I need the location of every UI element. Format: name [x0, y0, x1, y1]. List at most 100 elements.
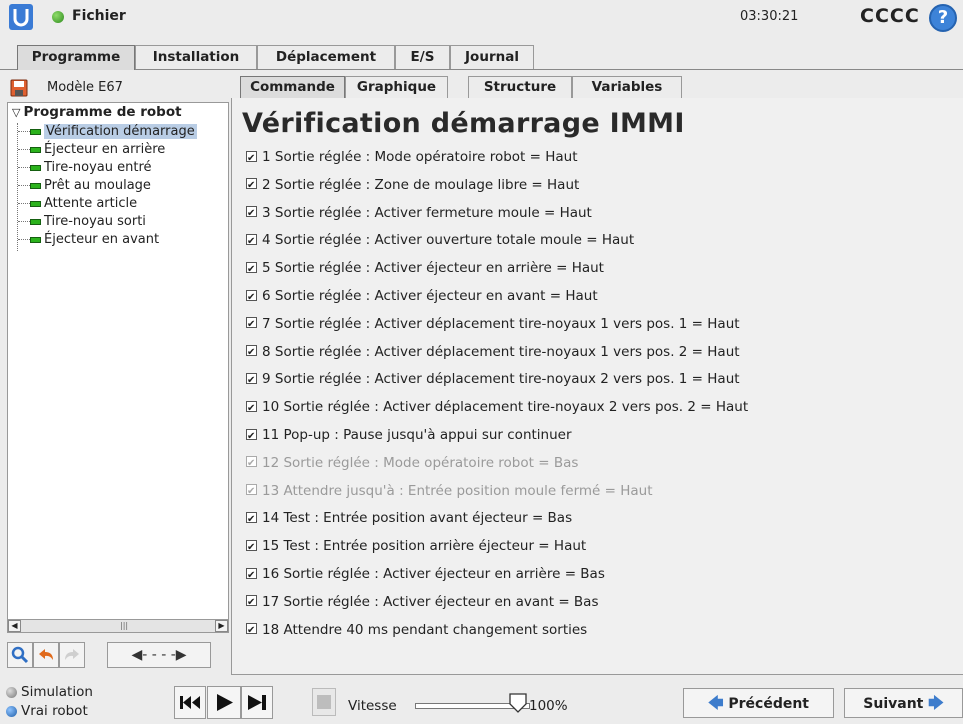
tree-item-verification-demarrage[interactable]: Vérification démarrage [18, 123, 197, 142]
command-row[interactable]: 6 Sortie réglée : Activer éjecteur en av… [246, 285, 598, 309]
skip-back-icon [180, 696, 200, 709]
checkbox-icon[interactable] [246, 175, 257, 197]
model-bar: Modèle E67 [7, 76, 229, 100]
command-text: 11 Pop-up : Pause jusqu'à appui sur cont… [262, 427, 572, 443]
checkbox-icon[interactable] [246, 537, 257, 559]
step-forward-button[interactable] [241, 686, 273, 719]
help-icon[interactable]: ? [929, 4, 957, 32]
sub-tabs: Commande Graphique Structure Variables [231, 76, 963, 99]
arrow-left-icon: 🡄 [707, 694, 724, 712]
skip-back-button[interactable] [174, 686, 206, 719]
checkbox-icon[interactable] [246, 203, 257, 225]
command-text: 10 Sortie réglée : Activer déplacement t… [262, 399, 749, 416]
speed-slider-knob[interactable] [508, 692, 528, 714]
checkbox-icon[interactable] [246, 453, 257, 475]
checkbox-icon[interactable] [246, 509, 257, 531]
tree-item-tire-noyau-sorti[interactable]: Tire-noyau sorti [18, 213, 146, 232]
play-icon [217, 694, 233, 711]
tab-programme[interactable]: Programme [17, 45, 135, 70]
tab-installation[interactable]: Installation [135, 45, 257, 69]
command-row[interactable]: 3 Sortie réglée : Activer fermeture moul… [246, 202, 592, 225]
stop-button[interactable] [312, 688, 336, 716]
command-text: 8 Sortie réglée : Activer déplacement ti… [262, 343, 740, 360]
command-row[interactable]: 14 Test : Entrée position avant éjecteur… [246, 507, 572, 531]
tab-graphique[interactable]: Graphique [345, 76, 448, 98]
ur-logo-icon [9, 4, 33, 30]
tab-variables[interactable]: Variables [572, 76, 682, 98]
command-row[interactable]: 13 Attendre jusqu'à : Entrée position mo… [246, 480, 653, 503]
scroll-right-icon[interactable]: ▶ [215, 620, 228, 632]
checkbox-icon[interactable] [246, 231, 257, 253]
simulation-option[interactable]: Simulation [6, 684, 93, 704]
command-row[interactable]: 12 Sortie réglée : Mode opératoire robot… [246, 452, 578, 475]
checkbox-icon[interactable] [246, 565, 257, 587]
move-arrows-icon[interactable]: ◀- - - -▶ [107, 642, 211, 668]
checkbox-icon[interactable] [246, 592, 257, 614]
command-row[interactable]: 1 Sortie réglée : Mode opératoire robot … [246, 146, 578, 170]
expand-triangle-icon[interactable]: ▽ [12, 106, 20, 119]
tree-horizontal-scrollbar[interactable]: ◀ ||| ▶ [7, 619, 229, 633]
command-text: 18 Attendre 40 ms pendant changement sor… [262, 621, 588, 638]
checkbox-icon[interactable] [246, 370, 257, 392]
command-row[interactable]: 7 Sortie réglée : Activer déplacement ti… [246, 313, 740, 336]
command-text: 13 Attendre jusqu'à : Entrée position mo… [262, 482, 653, 499]
real-robot-option[interactable]: Vrai robot [6, 703, 88, 723]
command-row[interactable]: 9 Sortie réglée : Activer déplacement ti… [246, 368, 740, 392]
status-dot-icon [52, 11, 64, 23]
undo-icon[interactable] [33, 642, 59, 668]
checkbox-icon[interactable] [246, 314, 257, 336]
command-row[interactable]: 4 Sortie réglée : Activer ouverture tota… [246, 229, 635, 253]
tree-toolbar: ◀- - - -▶ [7, 640, 229, 670]
tab-commande[interactable]: Commande [240, 76, 345, 99]
command-row[interactable]: 15 Test : Entrée position arrière éjecte… [246, 535, 586, 559]
node-icon [30, 218, 41, 225]
checkbox-icon[interactable] [246, 481, 257, 503]
command-row[interactable]: 18 Attendre 40 ms pendant changement sor… [246, 619, 588, 642]
checkbox-icon[interactable] [246, 287, 257, 309]
checkbox-icon[interactable] [246, 620, 257, 642]
command-row[interactable]: 5 Sortie réglée : Activer éjecteur en ar… [246, 257, 604, 281]
tree-item-ejecteur-avant[interactable]: Éjecteur en avant [18, 231, 159, 250]
tree-item-pret-moulage[interactable]: Prêt au moulage [18, 177, 151, 196]
tab-es[interactable]: E/S [395, 45, 450, 69]
command-text: 4 Sortie réglée : Activer ouverture tota… [262, 232, 635, 249]
tab-deplacement[interactable]: Déplacement [257, 45, 395, 69]
robot-name: CCCC [860, 5, 920, 27]
speed-value: 100% [529, 698, 568, 714]
checkbox-icon[interactable] [246, 148, 257, 170]
main-tabs: Programme Installation Déplacement E/S J… [0, 45, 963, 70]
tab-journal[interactable]: Journal [450, 45, 534, 69]
top-bar: Fichier 03:30:21 CCCC ? [0, 0, 963, 34]
checkbox-icon[interactable] [246, 426, 257, 448]
scroll-left-icon[interactable]: ◀ [8, 620, 21, 632]
scroll-thumb[interactable]: ||| [120, 621, 128, 630]
redo-icon[interactable] [59, 642, 85, 668]
command-text: 9 Sortie réglée : Activer déplacement ti… [262, 371, 740, 388]
checkbox-icon[interactable] [246, 342, 257, 364]
search-icon[interactable] [7, 642, 33, 668]
command-row[interactable]: 10 Sortie réglée : Activer déplacement t… [246, 396, 749, 420]
command-row[interactable]: 2 Sortie réglée : Zone de moulage libre … [246, 174, 580, 197]
node-icon [30, 200, 41, 207]
command-row[interactable]: 17 Sortie réglée : Activer éjecteur en a… [246, 591, 599, 614]
command-text: 2 Sortie réglée : Zone de moulage libre … [262, 176, 580, 193]
command-row[interactable]: 16 Sortie réglée : Activer éjecteur en a… [246, 563, 605, 587]
checkbox-icon[interactable] [246, 398, 257, 420]
speed-label: Vitesse [348, 698, 397, 714]
save-icon[interactable] [10, 79, 28, 97]
command-row[interactable]: 8 Sortie réglée : Activer déplacement ti… [246, 341, 740, 364]
play-button[interactable] [207, 686, 241, 719]
tree-root-label: Programme de robot [23, 104, 182, 120]
next-button[interactable]: Suivant 🡆 [844, 688, 963, 718]
tree-item-attente-article[interactable]: Attente article [18, 195, 137, 214]
stop-icon [317, 695, 331, 709]
tree-item-ejecteur-arriere[interactable]: Éjecteur en arrière [18, 141, 165, 160]
checkbox-icon[interactable] [246, 259, 257, 281]
command-row[interactable]: 11 Pop-up : Pause jusqu'à appui sur cont… [246, 424, 572, 448]
previous-button[interactable]: 🡄 Précédent [683, 688, 834, 718]
tab-structure[interactable]: Structure [468, 76, 572, 98]
tree-root[interactable]: ▽ Programme de robot [12, 104, 182, 120]
tree-item-tire-noyau-entre[interactable]: Tire-noyau entré [18, 159, 152, 178]
bottom-bar: Simulation Vrai robot Vitesse 100% 🡄 Pré… [0, 678, 963, 724]
file-menu[interactable]: Fichier [72, 8, 126, 24]
